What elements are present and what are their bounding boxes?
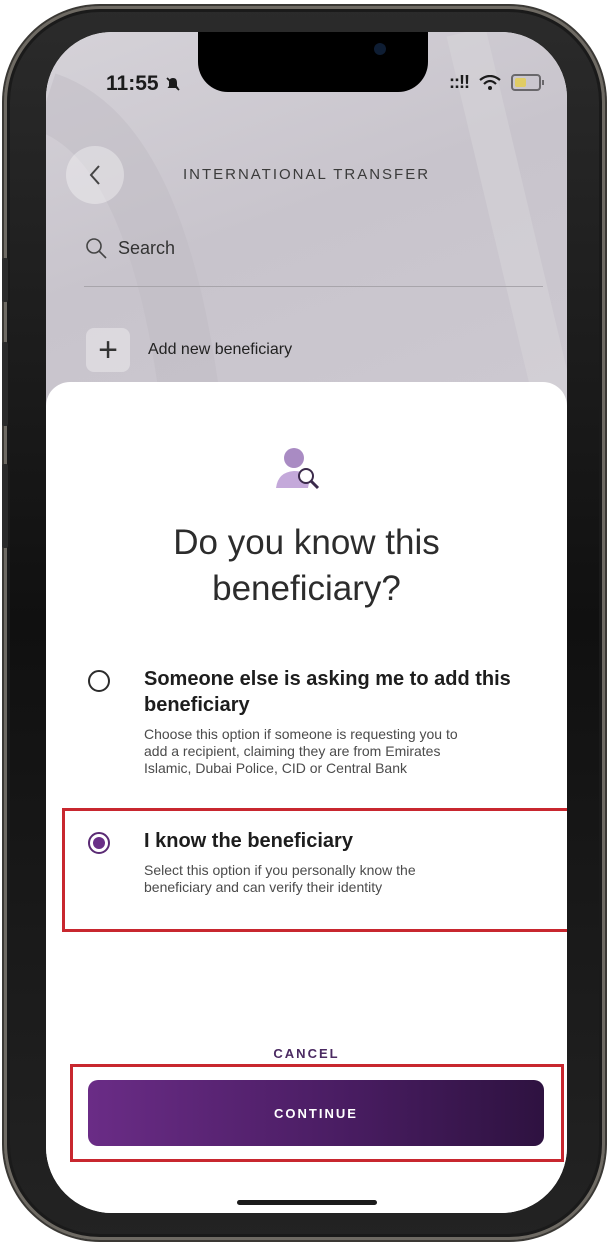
home-indicator xyxy=(237,1200,377,1205)
volume-down-button xyxy=(2,464,8,548)
add-new-beneficiary-label: Add new beneficiary xyxy=(148,341,293,358)
option-1-desc-line-1: Choose this option if someone is request… xyxy=(144,726,458,742)
option-2-description: Select this option if you personally kno… xyxy=(144,862,416,896)
bell-slash-icon xyxy=(165,77,180,91)
status-time: 11:55 xyxy=(106,72,181,96)
status-time-text: 11:55 xyxy=(106,72,159,95)
mute-switch xyxy=(2,258,8,302)
dialog-title-line-1: Do you know this xyxy=(173,523,440,562)
search-icon xyxy=(86,238,107,259)
battery-icon xyxy=(511,74,544,91)
wifi-icon xyxy=(479,74,501,90)
search-bar[interactable]: Search xyxy=(84,236,175,260)
battery-tip xyxy=(542,80,544,85)
option-know-beneficiary[interactable]: I know the beneficiary Select this optio… xyxy=(46,828,567,918)
plus-icon: + xyxy=(86,328,130,372)
option-2-title: I know the beneficiary xyxy=(144,830,353,852)
dialog-title-line-2: beneficiary? xyxy=(212,569,401,608)
status-indicators: ::!! xyxy=(449,72,544,93)
option-2-desc-line-1: Select this option if you personally kno… xyxy=(144,862,416,878)
radio-someone-else[interactable] xyxy=(88,670,110,692)
volume-up-button xyxy=(2,342,8,426)
option-someone-else-asking[interactable]: Someone else is asking me to add this be… xyxy=(46,666,567,786)
beneficiary-confirm-sheet: Do you know this beneficiary? Someone el… xyxy=(46,382,567,1213)
option-1-desc-line-3: Islamic, Dubai Police, CID or Central Ba… xyxy=(144,760,407,776)
front-camera xyxy=(374,43,386,55)
add-new-beneficiary-row[interactable]: + Add new beneficiary xyxy=(86,328,292,372)
option-1-title: Someone else is asking me to add this be… xyxy=(144,666,511,718)
option-1-description: Choose this option if someone is request… xyxy=(144,726,458,777)
option-1-title-line-1: Someone else is asking me to add this xyxy=(144,668,511,690)
option-1-title-line-2: beneficiary xyxy=(144,694,250,716)
dialog-title: Do you know this beneficiary? xyxy=(46,520,567,612)
phone-screen: 11:55 ::!! INTERNATIONAL TRANSFER Search xyxy=(46,32,567,1213)
search-input[interactable]: Search xyxy=(118,238,175,259)
page-title: INTERNATIONAL TRANSFER xyxy=(182,166,431,183)
notch xyxy=(198,32,428,92)
person-search-icon xyxy=(276,448,320,490)
continue-button[interactable]: CONTINUE xyxy=(88,1080,544,1146)
signal-icon: ::!! xyxy=(449,72,470,92)
option-2-desc-line-2: beneficiary and can verify their identit… xyxy=(144,879,383,895)
option-1-desc-line-2: add a recipient, claiming they are from … xyxy=(144,743,441,759)
search-underline xyxy=(84,286,543,287)
battery-level xyxy=(515,78,526,87)
radio-know-beneficiary[interactable] xyxy=(88,832,110,854)
cancel-button[interactable]: CANCEL xyxy=(46,1046,567,1061)
